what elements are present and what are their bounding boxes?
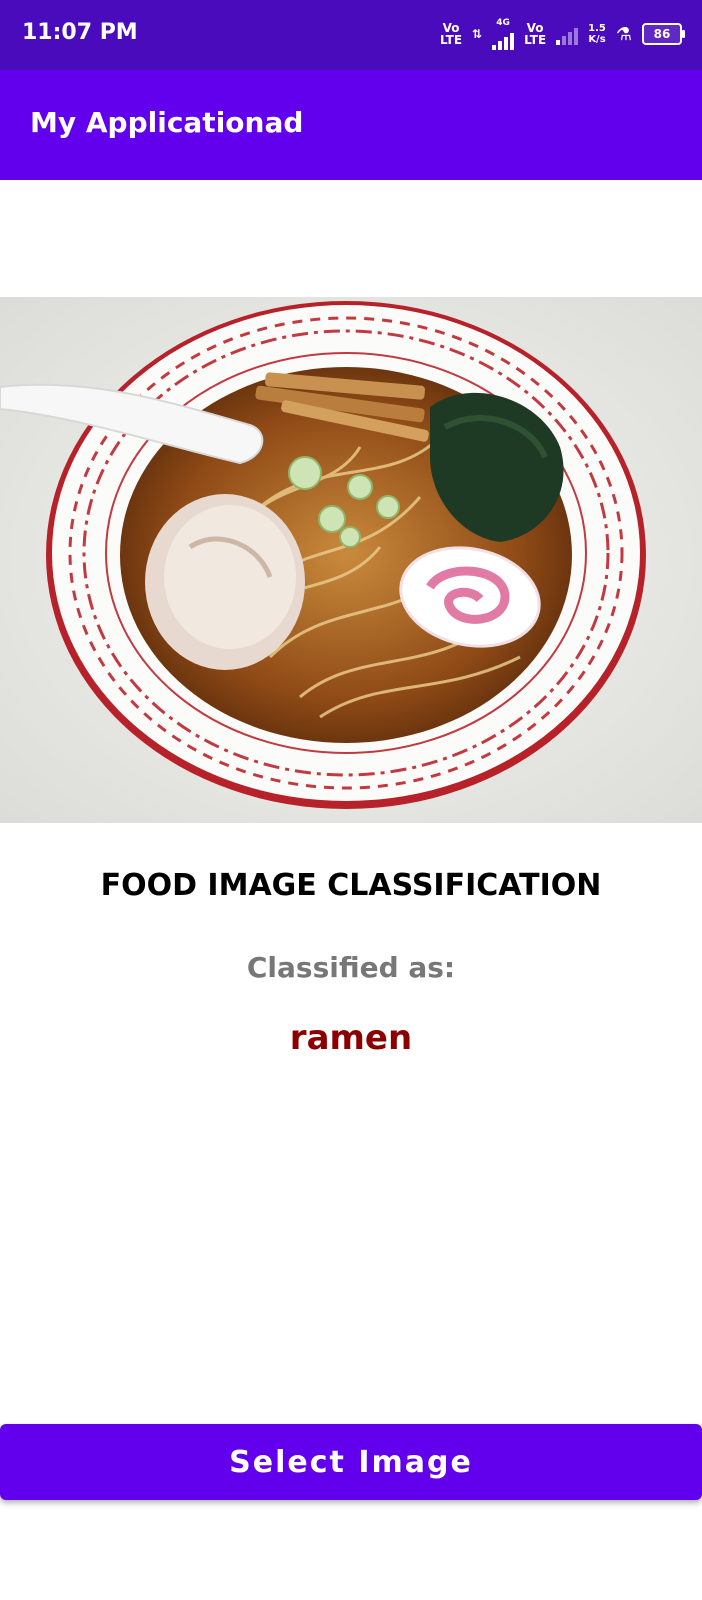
network-speed: 1.5 K/s [588, 23, 606, 45]
food-image [0, 297, 702, 823]
signal-icon [492, 28, 515, 50]
page-heading: FOOD IMAGE CLASSIFICATION [100, 868, 602, 903]
data-transfer-icon: ⇅ [472, 27, 483, 41]
status-bar: 11:07 PM Vo LTE ⇅ 4G Vo LTE 1.5 K/s ⚗ 86 [0, 0, 702, 70]
flask-icon: ⚗ [615, 23, 632, 45]
volte-indicator-2: Vo LTE [524, 21, 547, 47]
network-4g: 4G [492, 18, 515, 50]
classified-label: Classified as: [246, 951, 456, 984]
battery-icon: 86 [642, 23, 685, 45]
classification-result: ramen [289, 1018, 413, 1058]
app-title: My Applicationad [30, 106, 304, 139]
app-bar: My Applicationad [0, 70, 702, 180]
status-time: 11:07 PM [22, 20, 138, 45]
volte-indicator: Vo LTE [439, 21, 463, 47]
select-image-button[interactable]: Select Image [0, 1424, 702, 1500]
status-icons: Vo LTE ⇅ 4G Vo LTE 1.5 K/s ⚗ 86 [439, 16, 685, 52]
signal-icon-2 [556, 23, 579, 45]
ramen-bowl-illustration [0, 297, 702, 823]
